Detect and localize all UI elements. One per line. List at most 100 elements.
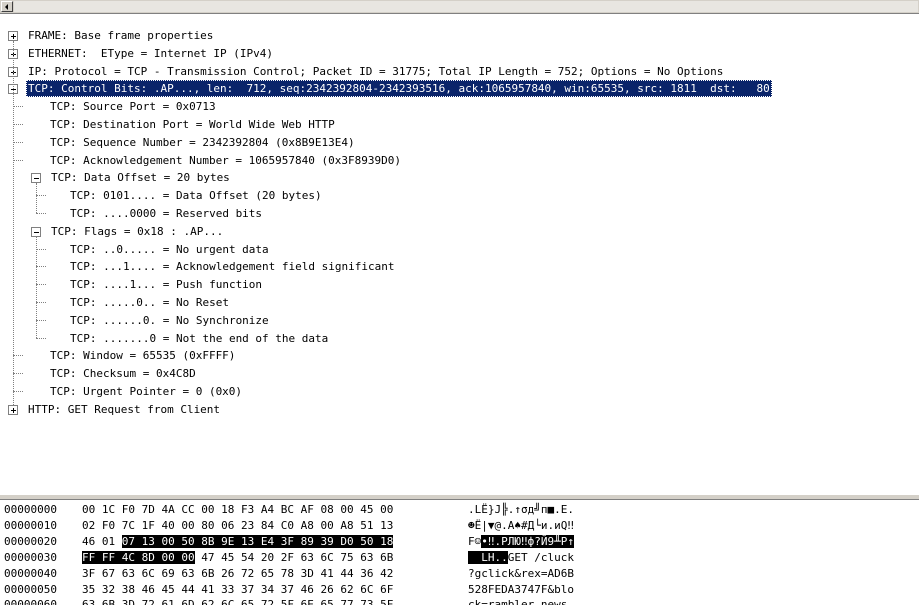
scroll-left-arrow-icon[interactable] <box>1 1 13 12</box>
hex-byte[interactable]: 13 <box>241 534 255 548</box>
hex-byte[interactable]: 46 <box>301 583 314 596</box>
tree-row[interactable]: TCP: ......0. = No Synchronize <box>0 312 919 329</box>
hex-byte[interactable]: 4A <box>162 503 175 516</box>
tree-row[interactable]: TCP: ...1.... = Acknowledgement field si… <box>0 258 919 275</box>
hex-byte[interactable]: 62 <box>201 598 214 605</box>
hex-byte[interactable]: 41 <box>321 567 334 580</box>
tree-row[interactable]: TCP: Destination Port = World Wide Web H… <box>0 116 919 133</box>
hex-byte[interactable]: 65 <box>241 598 254 605</box>
scrollbar-track[interactable] <box>14 1 918 12</box>
tree-row[interactable]: TCP: ....0000 = Reserved bits <box>0 205 919 222</box>
tree-row[interactable]: TCP: Sequence Number = 2342392804 (0x8B9… <box>0 134 919 151</box>
hex-row[interactable]: 00000030 FF FF 4C 8D 00 00 47 45 54 20 2F… <box>0 549 919 566</box>
hex-byte[interactable]: 9E <box>221 534 235 548</box>
hex-byte[interactable]: CC <box>181 503 194 516</box>
hex-byte[interactable]: F3 <box>241 503 254 516</box>
hex-byte[interactable]: 6C <box>360 583 373 596</box>
hex-row[interactable]: 00000040 3F 67 63 6C 69 63 6B 26 72 65 78… <box>0 565 919 582</box>
hex-byte[interactable]: 00 <box>340 503 353 516</box>
hex-byte[interactable]: 7C <box>122 519 135 532</box>
hex-byte[interactable]: 1F <box>142 519 155 532</box>
hex-byte[interactable]: 77 <box>340 598 353 605</box>
protocol-tree-pane[interactable]: FRAME: Base frame properties ETHERNET: ET… <box>0 24 919 494</box>
hex-row[interactable]: 00000050 35 32 38 46 45 44 41 33 37 34 37… <box>0 581 919 598</box>
tree-row-selected[interactable]: TCP: Control Bits: .AP..., len: 712, seq… <box>0 80 919 98</box>
hex-byte[interactable]: 6F <box>380 583 393 596</box>
hex-byte[interactable]: 46 <box>82 535 95 548</box>
hex-byte[interactable]: 6B <box>102 598 115 605</box>
hex-byte[interactable]: 00 <box>82 503 95 516</box>
hex-byte[interactable]: 18 <box>221 503 234 516</box>
hex-byte[interactable]: 00 <box>181 519 194 532</box>
hex-dump-pane[interactable]: 00000000 00 1C F0 7D 4A CC 00 18 F3 A4 BC… <box>0 500 919 605</box>
collapse-minus-icon[interactable] <box>31 173 41 184</box>
hex-byte[interactable]: 6E <box>301 598 314 605</box>
hex-byte[interactable]: 02 <box>82 519 95 532</box>
hex-byte[interactable]: 00 <box>161 534 175 548</box>
hex-byte[interactable]: F0 <box>122 503 135 516</box>
tree-row[interactable]: TCP: Checksum = 0x4C8D <box>0 365 919 382</box>
tree-row[interactable]: TCP: Acknowledgement Number = 1065957840… <box>0 152 919 169</box>
hex-byte[interactable]: 63 <box>301 551 314 564</box>
hex-byte[interactable]: 33 <box>221 583 234 596</box>
hex-byte[interactable]: 6C <box>321 551 334 564</box>
hex-byte[interactable]: 51 <box>360 519 373 532</box>
hex-byte[interactable]: 44 <box>181 583 194 596</box>
hex-byte[interactable]: 63 <box>181 567 194 580</box>
expand-plus-icon[interactable] <box>8 31 18 41</box>
hex-byte[interactable]: 78 <box>281 567 294 580</box>
hex-byte[interactable]: 7D <box>142 503 155 516</box>
hex-byte[interactable]: 20 <box>261 551 274 564</box>
hex-byte[interactable]: 46 <box>142 583 155 596</box>
hex-byte[interactable]: 32 <box>102 583 115 596</box>
hex-byte[interactable]: 72 <box>241 567 254 580</box>
hex-byte[interactable]: 3D <box>122 598 135 605</box>
hex-byte[interactable]: 39 <box>320 534 334 548</box>
hex-byte[interactable]: 73 <box>360 598 373 605</box>
hex-byte[interactable]: 00 <box>380 503 393 516</box>
hex-byte[interactable]: 34 <box>261 583 274 596</box>
hex-bytes[interactable]: 02 F0 7C 1F 40 00 80 06 23 84 C0 A8 00 A… <box>82 517 393 534</box>
horizontal-scrollbar[interactable] <box>0 0 919 14</box>
hex-byte[interactable]: A4 <box>261 503 274 516</box>
hex-byte[interactable]: 69 <box>162 567 175 580</box>
hex-byte[interactable]: 84 <box>261 519 274 532</box>
hex-byte[interactable]: 1C <box>102 503 115 516</box>
tree-row[interactable]: TCP: .....0.. = No Reset <box>0 294 919 311</box>
hex-byte[interactable]: 67 <box>102 567 115 580</box>
hex-byte[interactable]: 63 <box>360 551 373 564</box>
hex-byte[interactable]: 45 <box>221 551 234 564</box>
hex-byte[interactable]: 8D <box>141 550 155 564</box>
tree-row[interactable]: TCP: Window = 65535 (0xFFFF) <box>0 347 919 364</box>
hex-byte[interactable]: A8 <box>301 519 314 532</box>
hex-byte[interactable]: 3D <box>301 567 314 580</box>
tree-row[interactable]: TCP: ..0..... = No urgent data <box>0 241 919 258</box>
hex-byte[interactable]: 6D <box>181 598 194 605</box>
hex-bytes[interactable]: FF FF 4C 8D 00 00 47 45 54 20 2F 63 6C 7… <box>82 549 393 566</box>
hex-byte[interactable]: 72 <box>261 598 274 605</box>
hex-byte[interactable]: 50 <box>181 534 195 548</box>
hex-byte[interactable]: 65 <box>261 567 274 580</box>
hex-byte[interactable]: 61 <box>162 598 175 605</box>
tree-row[interactable]: TCP: .......0 = Not the end of the data <box>0 330 919 347</box>
hex-byte[interactable]: 80 <box>201 519 214 532</box>
hex-byte[interactable]: 18 <box>380 534 394 548</box>
tree-row[interactable]: FRAME: Base frame properties <box>0 27 919 44</box>
hex-byte[interactable]: 26 <box>221 567 234 580</box>
hex-byte[interactable]: 35 <box>82 583 95 596</box>
hex-byte[interactable]: 6B <box>201 567 214 580</box>
hex-byte[interactable]: 40 <box>162 519 175 532</box>
hex-byte[interactable]: 00 <box>161 550 175 564</box>
hex-byte[interactable]: 2F <box>281 551 294 564</box>
hex-byte[interactable]: 07 <box>121 534 135 548</box>
hex-byte[interactable]: 5F <box>281 598 294 605</box>
tree-row[interactable]: HTTP: GET Request from Client <box>0 401 919 418</box>
hex-bytes[interactable]: 3F 67 63 6C 69 63 6B 26 72 65 78 3D 41 4… <box>82 565 393 582</box>
hex-byte[interactable]: 00 <box>181 550 195 564</box>
hex-byte[interactable]: 23 <box>241 519 254 532</box>
hex-byte[interactable]: 62 <box>340 583 353 596</box>
hex-byte[interactable]: 6C <box>221 598 234 605</box>
tree-row[interactable]: TCP: 0101.... = Data Offset (20 bytes) <box>0 187 919 204</box>
collapse-minus-icon[interactable] <box>31 226 41 237</box>
hex-byte[interactable]: A8 <box>340 519 353 532</box>
